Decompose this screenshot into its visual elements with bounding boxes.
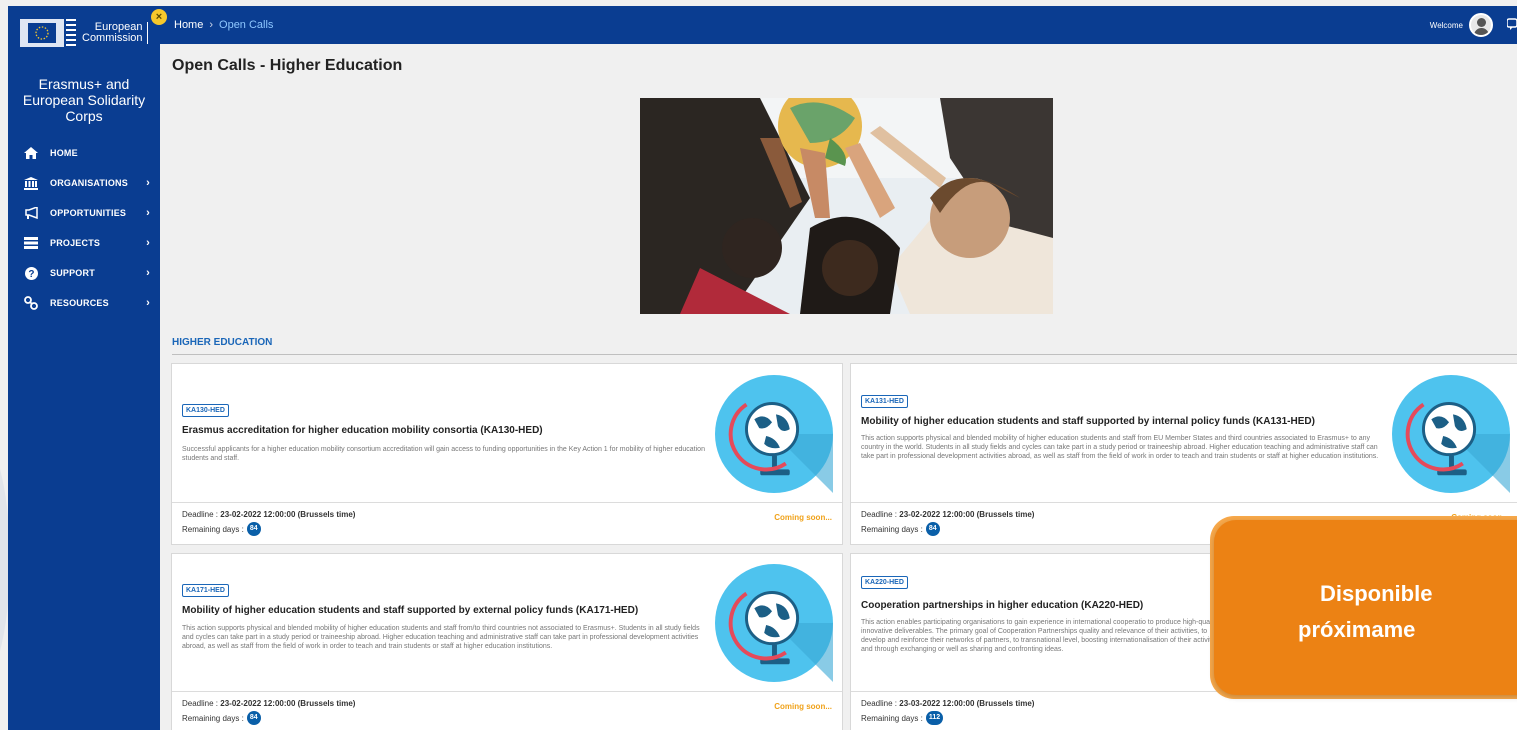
svg-text:?: ? — [28, 269, 34, 280]
call-remaining: Remaining days :84 — [182, 711, 261, 725]
chevron-right-icon: › — [146, 237, 150, 249]
call-card[interactable]: KA130-HED Erasmus accreditation for high… — [171, 363, 843, 545]
institution-icon — [24, 176, 38, 190]
call-code-badge: KA171-HED — [182, 584, 229, 597]
sidebar: European Commission Erasmus+ and Europea… — [8, 6, 160, 730]
ec-logo-text: European Commission — [82, 22, 148, 44]
sidebar-item-home[interactable]: HOME — [8, 138, 160, 168]
chevron-right-icon: › — [146, 297, 150, 309]
call-remaining: Remaining days :84 — [182, 522, 261, 536]
section-title: HIGHER EDUCATION — [172, 337, 273, 348]
sidebar-item-label: HOME — [50, 148, 78, 158]
sidebar-item-organisations[interactable]: ORGANISATIONS › — [8, 168, 160, 198]
call-title[interactable]: Cooperation partnerships in higher educa… — [861, 600, 1143, 611]
remaining-days-badge: 84 — [246, 522, 261, 536]
ec-logo[interactable]: European Commission — [8, 6, 160, 60]
call-description: This action supports physical and blende… — [182, 625, 700, 650]
sidebar-item-projects[interactable]: PROJECTS › — [8, 228, 160, 258]
card-divider — [851, 502, 1517, 503]
hero-image — [640, 98, 1053, 314]
globe-icon — [1392, 375, 1510, 493]
sidebar-item-label: SUPPORT — [50, 268, 95, 278]
call-description: This action enables participating organi… — [861, 619, 1221, 653]
chevron-right-icon: › — [146, 267, 150, 279]
sidebar-item-support[interactable]: ? SUPPORT › — [8, 258, 160, 288]
chevron-right-icon: › — [146, 177, 150, 189]
sidebar-item-label: ORGANISATIONS — [50, 178, 128, 188]
card-divider — [172, 691, 842, 692]
welcome-text: Welcome — [1429, 20, 1463, 30]
sidebar-item-resources[interactable]: RESOURCES › — [8, 288, 160, 318]
call-title[interactable]: Mobility of higher education students an… — [182, 605, 638, 616]
sidebar-item-label: PROJECTS — [50, 238, 101, 248]
sidebar-item-label: RESOURCES — [50, 298, 109, 308]
breadcrumb-home[interactable]: Home — [174, 19, 203, 31]
link-icon — [24, 296, 38, 310]
logo-line-commission: Commission — [82, 32, 143, 44]
remaining-days-badge: 84 — [246, 711, 261, 725]
top-bar: Home › Open Calls Welcome — [160, 6, 1517, 44]
megaphone-icon — [24, 206, 38, 220]
breadcrumb-separator: › — [209, 19, 214, 31]
remaining-days-badge: 84 — [925, 522, 940, 536]
call-remaining: Remaining days :112 — [861, 711, 944, 725]
call-code-badge: KA131-HED — [861, 395, 908, 408]
call-deadline: Deadline : 23-02-2022 12:00:00 (Brussels… — [182, 510, 356, 519]
promo-line-1: Disponible — [1320, 581, 1433, 606]
app-name: Erasmus+ and European Solidarity Corps — [22, 76, 146, 124]
page-title: Open Calls - Higher Education — [172, 57, 403, 74]
chevron-right-icon: › — [146, 207, 150, 219]
call-code-badge: KA130-HED — [182, 404, 229, 417]
call-title[interactable]: Erasmus accreditation for higher educati… — [182, 425, 543, 436]
promo-banner: Disponible próximame — [1214, 520, 1517, 695]
globe-icon — [715, 564, 833, 682]
list-icon — [24, 236, 38, 250]
ec-flag-icon — [20, 19, 76, 47]
sidebar-item-opportunities[interactable]: OPPORTUNITIES › — [8, 198, 160, 228]
home-icon — [24, 146, 38, 160]
close-icon[interactable]: × — [151, 9, 167, 25]
remaining-days-badge: 112 — [925, 711, 944, 725]
card-divider — [172, 502, 842, 503]
call-deadline: Deadline : 23-02-2022 12:00:00 (Brussels… — [182, 699, 356, 708]
call-title[interactable]: Mobility of higher education students an… — [861, 416, 1315, 427]
status-coming-soon: Coming soon... — [774, 513, 832, 522]
help-icon: ? — [24, 266, 38, 280]
call-description: Successful applicants for a higher educa… — [182, 446, 705, 462]
section-divider — [172, 354, 1517, 355]
call-remaining: Remaining days :84 — [861, 522, 940, 536]
chat-icon[interactable] — [1506, 17, 1517, 33]
call-deadline: Deadline : 23-02-2022 12:00:00 (Brussels… — [861, 510, 1035, 519]
call-deadline: Deadline : 23-03-2022 12:00:00 (Brussels… — [861, 699, 1035, 708]
call-description: This action supports physical and blende… — [861, 435, 1379, 460]
sidebar-nav: HOME ORGANISATIONS › OPPORTUNITIES › PRO… — [8, 138, 160, 318]
avatar[interactable] — [1469, 13, 1493, 37]
call-card[interactable]: KA171-HED Mobility of higher education s… — [171, 553, 843, 730]
sidebar-item-label: OPPORTUNITIES — [50, 208, 127, 218]
call-code-badge: KA220-HED — [861, 576, 908, 589]
globe-icon — [715, 375, 833, 493]
status-coming-soon: Coming soon... — [774, 702, 832, 711]
breadcrumb-current: Open Calls — [219, 19, 274, 31]
promo-line-2: próximame — [1298, 617, 1416, 642]
